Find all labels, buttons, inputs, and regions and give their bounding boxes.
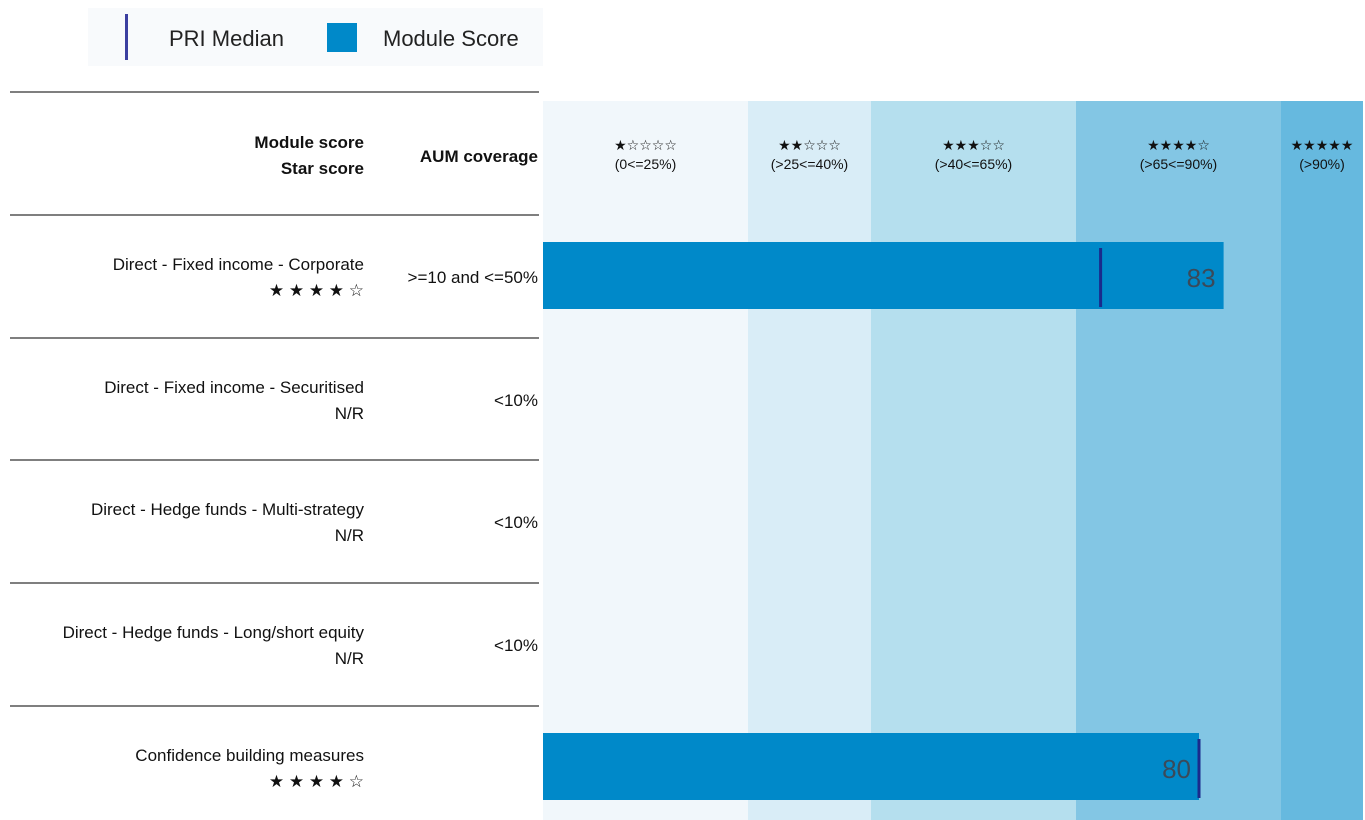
band-stars-4: ★★★★☆ <box>1147 137 1210 153</box>
header-star-score: Star score <box>281 159 364 178</box>
band-2 <box>748 101 871 820</box>
row-star-score-2: N/R <box>335 404 364 423</box>
band-range-5: (>90%) <box>1299 156 1345 172</box>
band-3 <box>871 101 1076 820</box>
score-bar-1 <box>543 242 1224 309</box>
band-range-3: (>40<=65%) <box>935 156 1012 172</box>
row-aum-coverage-4: <10% <box>494 636 538 655</box>
score-value-1: 83 <box>1187 263 1216 293</box>
band-range-4: (>65<=90%) <box>1140 156 1217 172</box>
band-stars-2: ★★☆☆☆ <box>778 137 841 153</box>
band-5 <box>1281 101 1363 820</box>
row-name-3: Direct - Hedge funds - Multi-strategy <box>91 500 365 519</box>
row-name-4: Direct - Hedge funds - Long/short equity <box>63 623 365 642</box>
median-marker-5 <box>1197 739 1201 798</box>
row-aum-coverage-2: <10% <box>494 391 538 410</box>
row-name-1: Direct - Fixed income - Corporate <box>113 255 364 274</box>
band-stars-1: ★☆☆☆☆ <box>614 137 677 153</box>
band-1 <box>543 101 748 820</box>
median-marker-1 <box>1099 248 1103 307</box>
band-4 <box>1076 101 1281 820</box>
row-name-2: Direct - Fixed income - Securitised <box>104 378 364 397</box>
band-range-1: (0<=25%) <box>615 156 676 172</box>
row-aum-coverage-3: <10% <box>494 513 538 532</box>
row-star-score-3: N/R <box>335 526 364 545</box>
header-aum-coverage: AUM coverage <box>420 147 538 166</box>
row-star-score-1: ★ ★ ★ ★ ☆ <box>269 281 364 300</box>
row-name-5: Confidence building measures <box>135 746 364 765</box>
header-module-score: Module score <box>254 133 364 152</box>
band-range-2: (>25<=40%) <box>771 156 848 172</box>
row-aum-coverage-1: >=10 and <=50% <box>408 268 538 287</box>
band-stars-5: ★★★★★ <box>1291 137 1354 153</box>
score-bar-5 <box>543 733 1199 800</box>
module-score-chart: ★☆☆☆☆ (0<=25%) ★★☆☆☆ (>25<=40%) ★★★☆☆ (>40<=6… <box>10 91 1363 820</box>
band-stars-3: ★★★☆☆ <box>942 137 1005 153</box>
row-star-score-4: N/R <box>335 649 364 668</box>
row-star-score-5: ★ ★ ★ ★ ☆ <box>269 772 364 791</box>
score-value-5: 80 <box>1162 754 1191 784</box>
